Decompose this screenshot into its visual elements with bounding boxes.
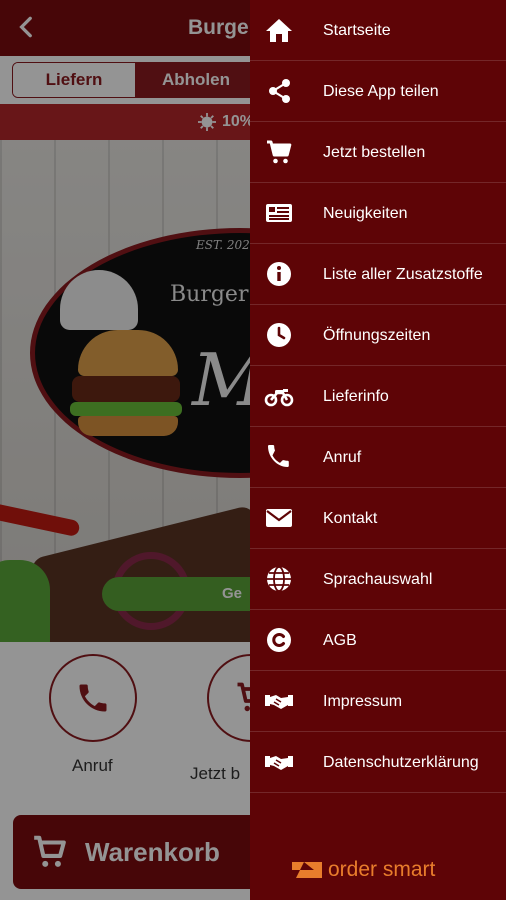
navigation-drawer: Startseite Diese App teilen Jetzt bestel… — [250, 0, 506, 900]
menu-item-imprint[interactable]: Impressum — [250, 671, 506, 732]
menu-item-startseite[interactable]: Startseite — [250, 0, 506, 61]
info-icon — [264, 260, 294, 288]
menu-item-language[interactable]: Sprachauswahl — [250, 549, 506, 610]
menu-item-label: Neuigkeiten — [323, 205, 408, 222]
cart-icon — [264, 138, 294, 166]
menu-item-label: Jetzt bestellen — [323, 144, 426, 161]
menu-item-label: Liste aller Zusatzstoffe — [323, 266, 483, 283]
menu-item-label: Lieferinfo — [323, 388, 389, 405]
menu-item-label: Öffnungszeiten — [323, 327, 431, 344]
home-icon — [264, 16, 294, 44]
menu-item-call[interactable]: Anruf — [250, 427, 506, 488]
menu-item-contact[interactable]: Kontakt — [250, 488, 506, 549]
menu-item-label: Startseite — [323, 22, 391, 39]
menu-item-label: AGB — [323, 632, 357, 649]
clock-icon — [264, 321, 294, 349]
menu-item-label: Impressum — [323, 693, 403, 710]
handshake-icon — [264, 748, 294, 776]
menu-item-label: Datenschutzerklärung — [323, 754, 479, 771]
share-icon — [264, 77, 294, 105]
menu-item-terms[interactable]: AGB — [250, 610, 506, 671]
handshake-icon — [264, 687, 294, 715]
menu-item-order-now[interactable]: Jetzt bestellen — [250, 122, 506, 183]
copyright-icon — [264, 626, 294, 654]
menu-item-news[interactable]: Neuigkeiten — [250, 183, 506, 244]
envelope-icon — [264, 504, 294, 532]
brand-text: order smart — [328, 858, 436, 881]
newspaper-icon — [264, 199, 294, 227]
menu-item-share[interactable]: Diese App teilen — [250, 61, 506, 122]
menu-item-label: Kontakt — [323, 510, 378, 527]
phone-icon — [264, 443, 294, 471]
motorcycle-icon — [264, 382, 294, 410]
menu-item-additives[interactable]: Liste aller Zusatzstoffe — [250, 244, 506, 305]
order-smart-logo-icon — [292, 862, 322, 878]
menu-item-delivery-info[interactable]: Lieferinfo — [250, 366, 506, 427]
menu-item-label: Diese App teilen — [323, 83, 439, 100]
order-smart-brand: order smart — [290, 858, 470, 884]
globe-icon — [264, 565, 294, 593]
menu-item-label: Sprachauswahl — [323, 571, 433, 588]
menu-item-label: Anruf — [323, 449, 362, 466]
menu-item-privacy[interactable]: Datenschutzerklärung — [250, 732, 506, 793]
menu-item-opening-hours[interactable]: Öffnungszeiten — [250, 305, 506, 366]
